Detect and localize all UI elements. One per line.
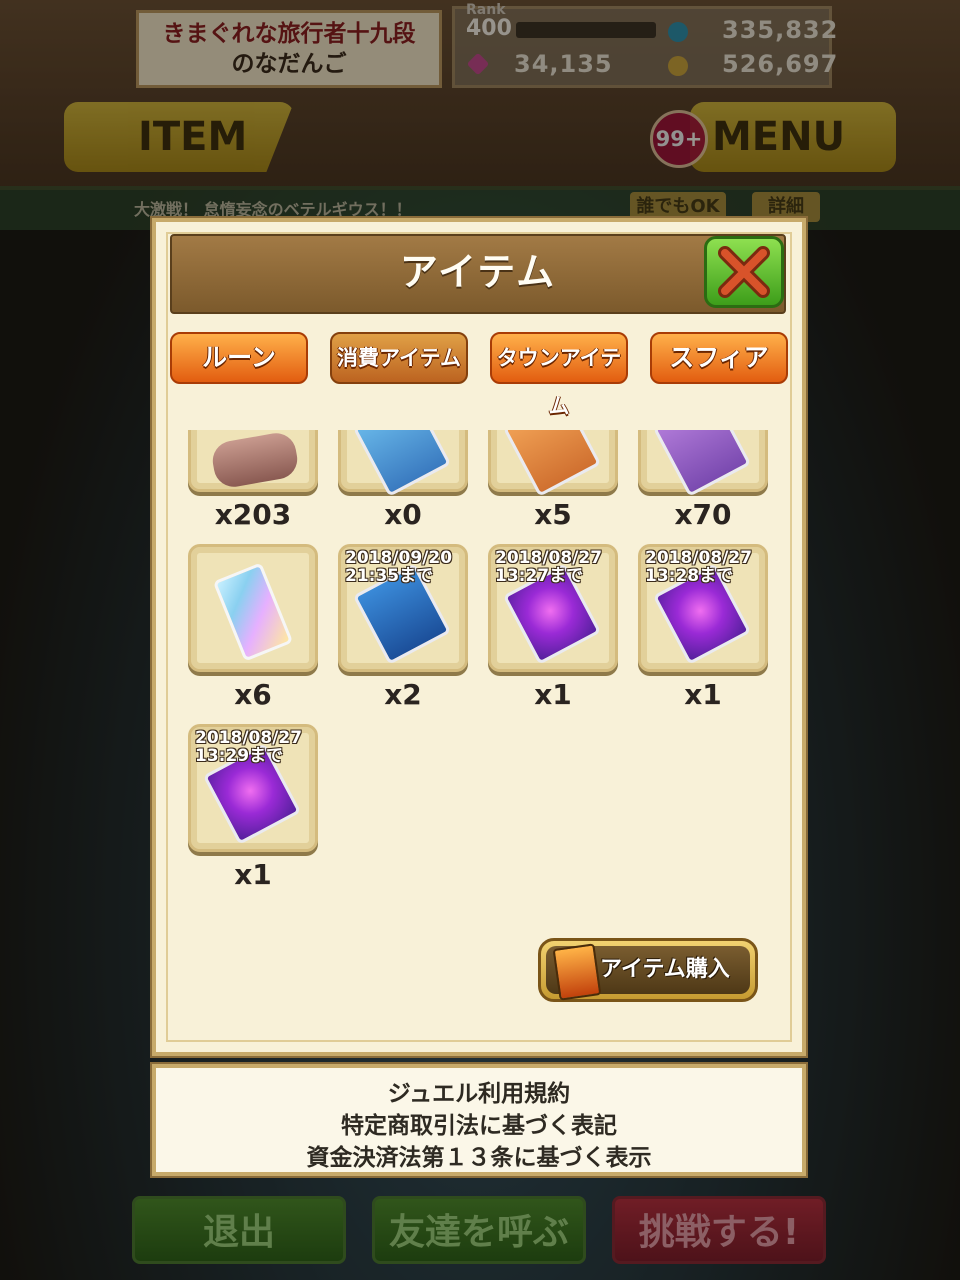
commercial-law-link[interactable]: 特定商取引法に基づく表記 — [152, 1106, 806, 1140]
item-quantity: x1 — [684, 678, 722, 711]
close-button[interactable] — [704, 236, 784, 308]
item-tile — [638, 430, 768, 497]
expiry-date: 2018/09/20 — [345, 548, 453, 568]
tab-sphere[interactable]: スフィア — [650, 332, 788, 384]
tab-town-item[interactable]: タウンアイテム — [490, 332, 628, 418]
item-tile — [488, 430, 618, 497]
expiry-time: 13:28まで — [645, 566, 734, 586]
tab-rune[interactable]: ルーン — [170, 332, 308, 384]
item-tile — [338, 430, 468, 497]
violet-book-icon — [652, 430, 752, 497]
close-icon — [718, 246, 770, 298]
buy-item-label: アイテム購入 — [600, 957, 730, 982]
item-quantity: x70 — [674, 498, 732, 531]
orange-book-icon — [502, 430, 602, 497]
item-tile: 2018/08/27 13:29まで — [188, 724, 318, 852]
item-tile — [188, 544, 318, 672]
item-quantity: x5 — [534, 498, 572, 531]
blue-book-icon — [352, 430, 452, 497]
scroll-icon — [209, 430, 301, 490]
item-quantity: x1 — [534, 678, 572, 711]
jewel-terms-link[interactable]: ジュエル利用規約 — [152, 1074, 806, 1108]
item-book-icon — [552, 943, 602, 1001]
item-tile: 2018/08/27 13:28まで — [638, 544, 768, 672]
tab-consumable[interactable]: 消費アイテム — [330, 332, 468, 384]
expiry-label: 2018/08/27 13:28まで — [645, 549, 769, 585]
item-quantity: x2 — [384, 678, 422, 711]
expiry-label: 2018/08/27 13:29まで — [195, 729, 319, 765]
expiry-label: 2018/09/20 21:35まで — [345, 549, 469, 585]
payment-law-link[interactable]: 資金決済法第１３条に基づく表示 — [152, 1138, 806, 1172]
item-quantity: x1 — [234, 858, 272, 891]
item-tile — [188, 430, 318, 492]
item-quantity: x6 — [234, 678, 272, 711]
expiry-date: 2018/08/27 — [195, 728, 303, 748]
expiry-time: 21:35まで — [345, 566, 434, 586]
expiry-date: 2018/08/27 — [645, 548, 753, 568]
item-tile: 2018/08/27 13:27まで — [488, 544, 618, 672]
expiry-label: 2018/08/27 13:27まで — [495, 549, 619, 585]
dialog-title: アイテム — [399, 250, 557, 294]
crystal-ticket-icon — [212, 562, 294, 662]
item-tile: 2018/09/20 21:35まで — [338, 544, 468, 672]
expiry-time: 13:29まで — [195, 746, 284, 766]
item-quantity: x0 — [384, 498, 422, 531]
item-quantity: x203 — [214, 498, 292, 531]
expiry-time: 13:27まで — [495, 566, 584, 586]
expiry-date: 2018/08/27 — [495, 548, 603, 568]
